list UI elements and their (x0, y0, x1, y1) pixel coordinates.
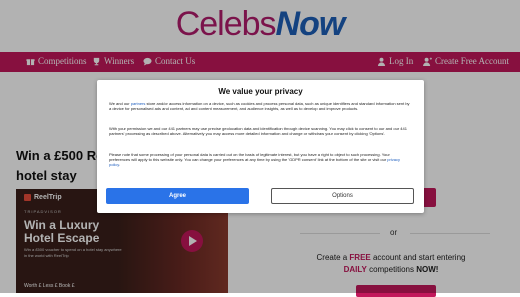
consent-p1-after: store and/or access information on a dev… (109, 101, 410, 112)
consent-p3-before: Please note that some processing of your… (109, 152, 390, 163)
consent-dialog: We value your privacy We and our partner… (97, 80, 424, 213)
consent-paragraph-2: With your permission we and our 441 part… (109, 126, 407, 137)
consent-paragraph-1: We and our partners store and/or access … (109, 101, 412, 111)
consent-paragraph-3: Please note that some processing of your… (109, 152, 412, 168)
consent-p3-after: . (118, 162, 121, 168)
options-button[interactable]: Options (271, 188, 414, 204)
consent-title: We value your privacy (218, 87, 303, 96)
agree-button[interactable]: Agree (106, 188, 249, 204)
